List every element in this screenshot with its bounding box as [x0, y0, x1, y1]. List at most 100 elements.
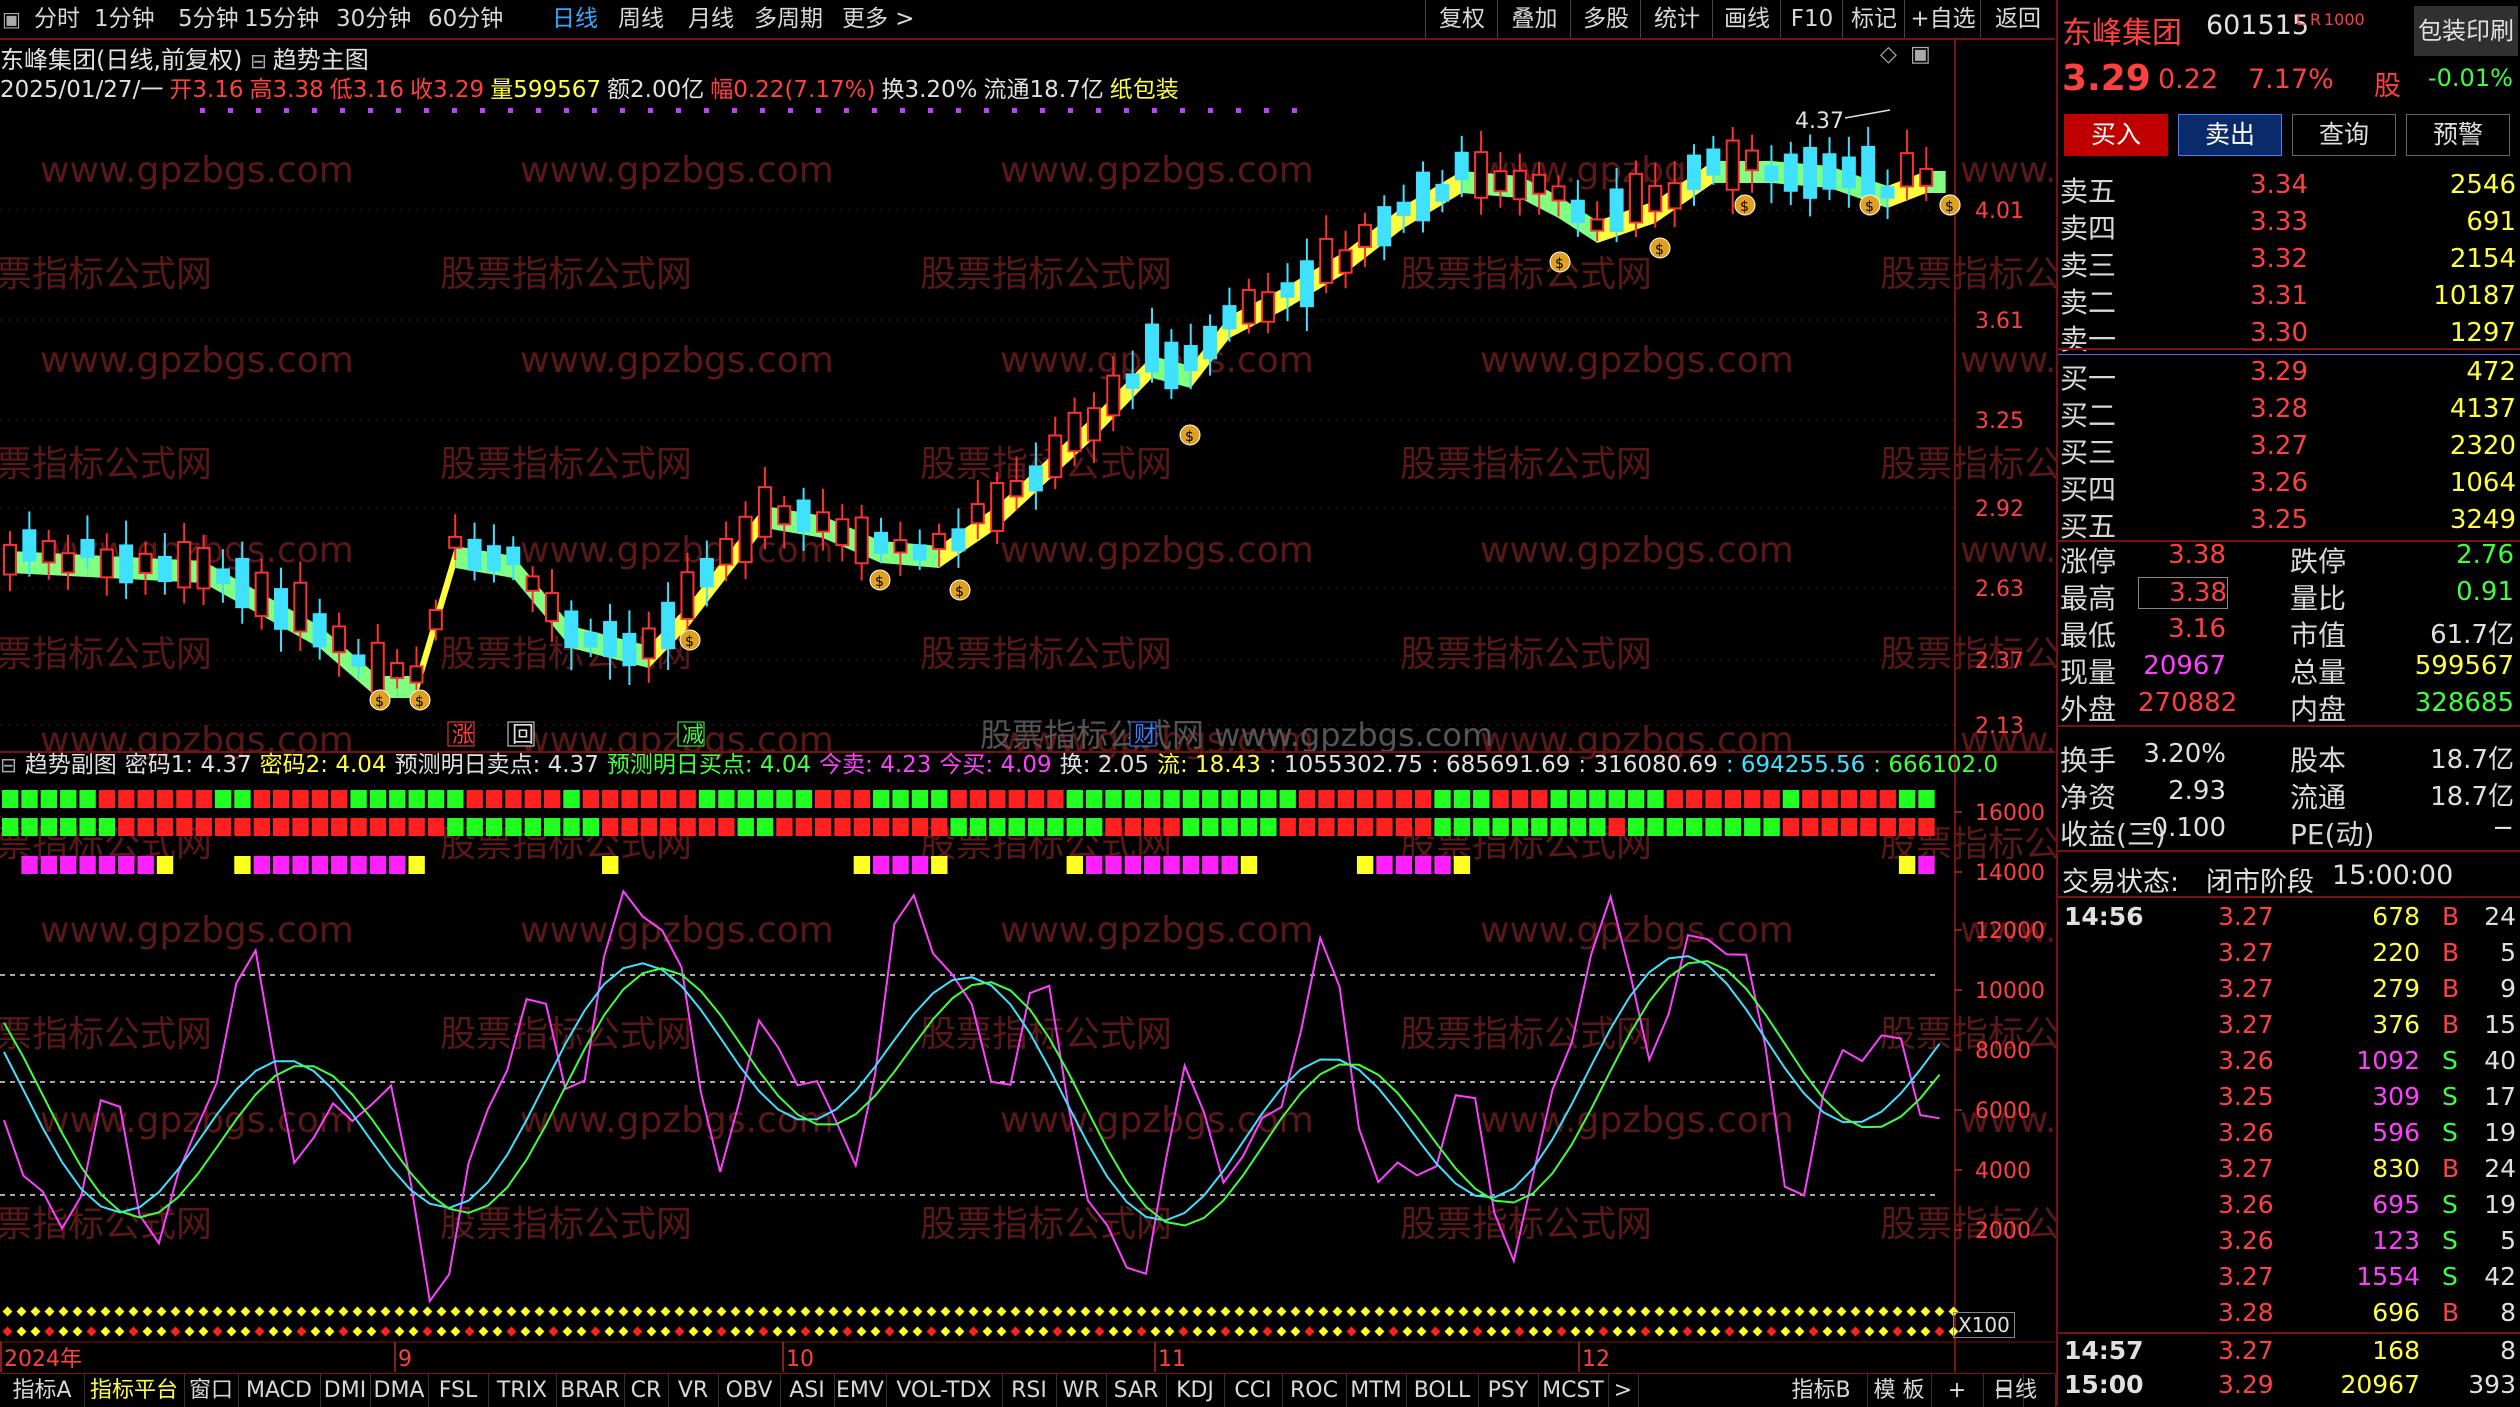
sub-bar-cell [1860, 790, 1877, 808]
bottom-tab-10[interactable]: VR [668, 1374, 719, 1407]
sub-dot [1486, 1306, 1497, 1317]
bottom-tab-7[interactable]: TRIX [488, 1374, 557, 1407]
sub-dot [1052, 1306, 1063, 1317]
bottom-tab-30[interactable]: 日线 [1975, 1374, 2056, 1407]
sub-dot [352, 1306, 363, 1317]
stock-flag2: 1000 [2324, 10, 2365, 29]
sub-bar-cell [1047, 790, 1064, 808]
sub-dot [1906, 1326, 1917, 1337]
price-tick-label: 3.61 [1975, 309, 2024, 334]
sub-dot [1164, 1326, 1175, 1337]
bottom-tab-15[interactable]: RSI [1002, 1374, 1057, 1407]
tick-side: B [2442, 974, 2460, 1003]
bottom-tab-14[interactable]: VOL-TDX [886, 1374, 1003, 1407]
bottom-tab-6[interactable]: FSL [428, 1374, 489, 1407]
signal-dot [256, 108, 261, 113]
bottom-tab-5[interactable]: DMA [370, 1374, 429, 1407]
tick-row-3: 3.27 376 B 15 [2058, 1010, 2520, 1046]
bottom-tab-25[interactable]: > [1608, 1374, 1639, 1407]
sub-dot [324, 1326, 335, 1337]
sub-bar-cell [563, 818, 580, 836]
sub-dot [156, 1326, 167, 1337]
tick-side: B [2442, 1154, 2460, 1183]
bottom-tab-3[interactable]: MACD [238, 1374, 321, 1407]
tick-side: B [2442, 1010, 2460, 1039]
ask-row-3[interactable]: 卖二 3.31 10187 [2058, 281, 2520, 319]
bottom-tab-27[interactable]: 模 板 [1867, 1374, 1932, 1407]
signal-dot [704, 108, 709, 113]
sub-bar-cell [795, 818, 812, 836]
sub-bar-cell [1782, 790, 1800, 808]
stat-value: 3.38 [2168, 540, 2226, 570]
sub-settings-icon[interactable]: ⊟ [0, 753, 17, 777]
bottom-tab-11[interactable]: OBV [718, 1374, 781, 1407]
sub-bar-cell [1550, 818, 1567, 836]
tick-row-6: 3.26 596 S 19 [2058, 1118, 2520, 1154]
bid-row-3[interactable]: 买四 3.26 1064 [2058, 468, 2520, 506]
sub-dot [1318, 1326, 1329, 1337]
order-volume: 2154 [2449, 244, 2516, 274]
money-bag-glyph: $ [375, 694, 384, 710]
sub-dot [1248, 1326, 1259, 1337]
sub-bar-cell [873, 818, 890, 836]
tick-volume: 596 [2372, 1118, 2420, 1147]
sub-bar-cell [1298, 818, 1316, 836]
ask-row-2[interactable]: 卖三 3.32 2154 [2058, 244, 2520, 282]
sub-dot [660, 1326, 671, 1337]
bottom-tab-17[interactable]: SAR [1106, 1374, 1167, 1407]
ask-row-0[interactable]: 卖五 3.34 2546 [2058, 170, 2520, 208]
sub-bar-cell [1260, 818, 1277, 836]
sub-bar-cell [1492, 790, 1509, 808]
candle-body [757, 486, 772, 538]
bottom-tab-1[interactable]: 指标平台 [84, 1374, 185, 1407]
sub-bar-cell [1608, 818, 1625, 836]
bottom-tab-21[interactable]: MTM [1346, 1374, 1407, 1407]
sub-indicator-name[interactable]: 趋势副图 [25, 752, 117, 778]
bottom-tab-8[interactable]: BRAR [556, 1374, 625, 1407]
bottom-tab-19[interactable]: CCI [1224, 1374, 1283, 1407]
bottom-tab-12[interactable]: ASI [780, 1374, 835, 1407]
query-button[interactable]: 查询 [2292, 114, 2396, 156]
sub-dot [618, 1306, 629, 1317]
sub-dot [1472, 1326, 1483, 1337]
bid-row-4[interactable]: 买五 3.25 3249 [2058, 505, 2520, 543]
bottom-tab-0[interactable]: 指标A [0, 1374, 85, 1407]
sub-bar-cell [60, 856, 77, 874]
sub-dot [576, 1306, 587, 1317]
bottom-tab-20[interactable]: ROC [1282, 1374, 1347, 1407]
bid-row-1[interactable]: 买二 3.28 4137 [2058, 394, 2520, 432]
bottom-tab-4[interactable]: DMI [320, 1374, 371, 1407]
sub-bar-cell [1105, 790, 1122, 808]
sub-dot [1626, 1326, 1637, 1337]
sub-bar-cell [621, 818, 638, 836]
bottom-tab-24[interactable]: MCST [1538, 1374, 1609, 1407]
sub-bar-cell [156, 856, 174, 874]
order-volume: 3249 [2449, 505, 2516, 535]
ask-row-1[interactable]: 卖四 3.33 691 [2058, 207, 2520, 245]
buy-button[interactable]: 买入 [2064, 114, 2168, 156]
sub-dot [660, 1306, 671, 1317]
industry-button[interactable]: 包装印刷 [2414, 6, 2518, 56]
bottom-tab-22[interactable]: BOLL [1406, 1374, 1479, 1407]
sub-bar-cell [40, 818, 58, 836]
alert-button[interactable]: 预警 [2406, 114, 2510, 156]
sell-button[interactable]: 卖出 [2178, 114, 2282, 156]
bottom-tab-2[interactable]: 窗口 [184, 1374, 239, 1407]
sub-dot [44, 1326, 55, 1337]
bottom-tab-13[interactable]: EMV [834, 1374, 887, 1407]
sub-dot [1654, 1306, 1665, 1317]
bottom-tab-18[interactable]: KDJ [1166, 1374, 1225, 1407]
bid-row-0[interactable]: 买一 3.29 472 [2058, 357, 2520, 395]
stat-key: PE(动) [2290, 818, 2375, 851]
sub-dot [114, 1306, 125, 1317]
bottom-tab-26[interactable]: 指标B [1775, 1374, 1868, 1407]
sub-dot [772, 1306, 783, 1317]
bottom-tab-9[interactable]: CR [624, 1374, 669, 1407]
sub-dot [562, 1306, 573, 1317]
bottom-tab-16[interactable]: WR [1056, 1374, 1107, 1407]
tick-volume: 20967 [2340, 1370, 2420, 1399]
candlestick-chart[interactable]: 4.01 3.61 3.25 2.92 2.63 2.37 2.13 16000 14000 12… [0, 0, 2055, 1406]
sub-bar-cell [814, 818, 832, 836]
bottom-tab-23[interactable]: PSY [1478, 1374, 1539, 1407]
bid-row-2[interactable]: 买三 3.27 2320 [2058, 431, 2520, 469]
